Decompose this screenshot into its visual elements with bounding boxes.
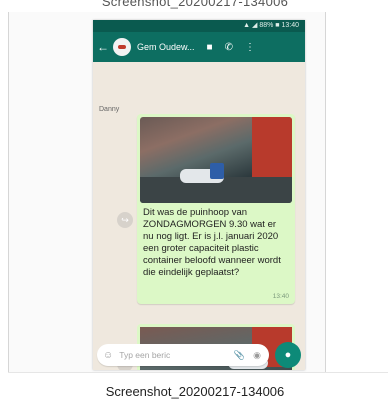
- more-icon[interactable]: ⋮: [245, 42, 255, 53]
- blue-bin: [210, 163, 224, 179]
- back-arrow-icon[interactable]: ←: [97, 40, 111, 54]
- paperclip-icon[interactable]: 📎: [234, 350, 245, 361]
- camera-icon[interactable]: ◉: [253, 350, 261, 361]
- message-time: 13:40: [272, 293, 289, 300]
- emoji-icon[interactable]: ☺: [103, 350, 113, 361]
- message-text: Dit was de puinhoop van ZONDAGMORGEN 9.3…: [143, 207, 281, 278]
- sender-name: Danny: [99, 106, 120, 113]
- chat-area: Danny Dit was de puinhoop van ZONDAGMORG…: [93, 62, 305, 370]
- avatar[interactable]: [113, 38, 131, 56]
- status-bar: ▲ ◢ 88% ■ 13:40: [93, 20, 305, 32]
- message-bubble[interactable]: Dit was de puinhoop van ZONDAGMORGEN 9.3…: [137, 114, 295, 304]
- input-placeholder: Typ een beric: [119, 350, 171, 360]
- phone-icon[interactable]: ✆: [225, 42, 233, 53]
- attached-photo[interactable]: [140, 117, 292, 203]
- message-input[interactable]: ☺ Typ een beric 📎 ◉: [97, 344, 269, 366]
- thumbnail-caption: Screenshot_20200217-134006: [105, 384, 285, 399]
- top-filename-text: Screenshot_20200217-134006: [101, 0, 289, 9]
- video-icon[interactable]: ■: [207, 42, 213, 53]
- share-icon[interactable]: ↪: [117, 212, 133, 228]
- chat-app-bar: ← Gem Oudew... ■ ✆ ⋮: [93, 32, 305, 62]
- chat-title[interactable]: Gem Oudew...: [137, 42, 195, 52]
- phone-screenshot: ▲ ◢ 88% ■ 13:40 ← Gem Oudew... ■ ✆ ⋮ Dan…: [93, 20, 305, 370]
- divider: [8, 372, 388, 373]
- mic-button[interactable]: ●: [275, 342, 301, 368]
